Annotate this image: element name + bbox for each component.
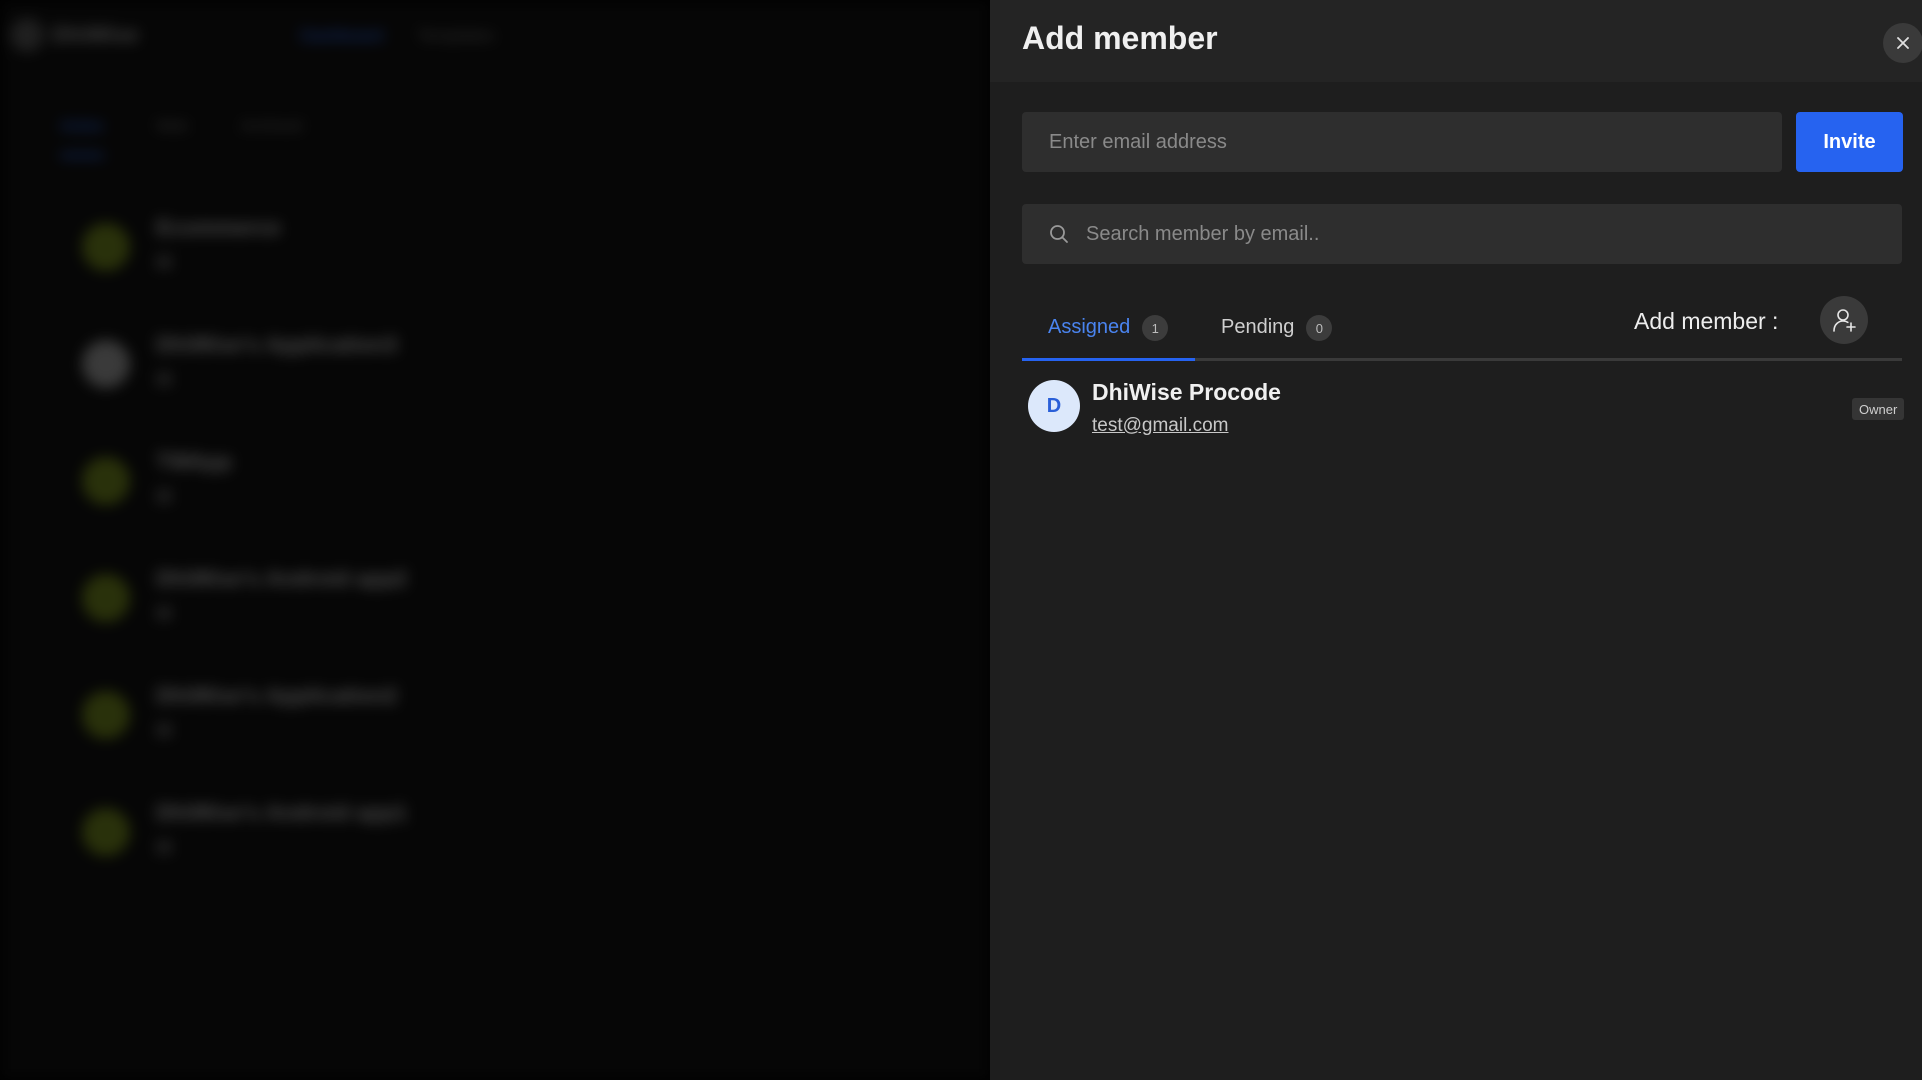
background-item-title: DhiWise's Android app2 [156, 566, 408, 591]
background-item-meta [156, 489, 232, 503]
background-app-overlay: DhiWise Dashboard Templates Active Web A… [0, 0, 990, 1080]
app-avatar-icon [82, 457, 130, 505]
tab-label: Assigned [1048, 316, 1131, 338]
logo-icon [10, 18, 44, 52]
user-plus-icon [1833, 309, 1856, 332]
background-tab: Archived [240, 118, 303, 135]
member-row: D DhiWise Procode test@gmail.com Owner [1028, 379, 1905, 442]
tab-assigned[interactable]: Assigned 1 [1022, 315, 1195, 361]
app-root: DhiWise Dashboard Templates Active Web A… [0, 0, 1922, 1080]
background-list-item: Ecommerce [82, 215, 407, 332]
folder-icon [156, 255, 172, 269]
app-avatar-icon [82, 808, 130, 856]
folder-icon [156, 840, 172, 854]
folder-icon [156, 723, 172, 737]
background-list-item: DhiWise's Application3 [82, 332, 407, 449]
background-list-item: DhiWise's Android app1 [82, 800, 407, 917]
close-icon [1897, 37, 1909, 49]
invite-button[interactable]: Invite [1796, 112, 1903, 172]
folder-icon [156, 606, 172, 620]
app-avatar-icon [82, 223, 130, 271]
member-search-input[interactable] [1086, 222, 1886, 246]
background-nav: Dashboard Templates [300, 26, 495, 46]
background-list-item: DhiWise's Application2 [82, 683, 407, 800]
avatar: D [1028, 380, 1080, 432]
count-badge: 1 [1142, 315, 1169, 341]
background-app-list: Ecommerce DhiWise's Application3 TWApp D… [82, 215, 407, 917]
background-tabs: Active Web Archived [60, 118, 302, 157]
add-member-drawer: Add member Invite Assigned 1 [990, 0, 1922, 1080]
background-list-item: DhiWise's Android app2 [82, 566, 407, 683]
search-icon [1050, 225, 1068, 243]
background-item-meta [156, 723, 397, 737]
app-avatar-icon [82, 574, 130, 622]
background-header: DhiWise Dashboard Templates [0, 0, 990, 78]
background-logo: DhiWise [10, 18, 139, 52]
background-item-meta [156, 255, 281, 269]
drawer-title: Add member [1022, 20, 1218, 56]
background-item-title: DhiWise's Application3 [156, 332, 398, 357]
background-list-item: TWApp [82, 449, 407, 566]
email-address-input[interactable] [1022, 112, 1782, 172]
background-logo-text: DhiWise [52, 22, 139, 47]
background-nav-item: Dashboard [300, 26, 384, 45]
background-item-title: Ecommerce [156, 215, 281, 240]
app-avatar-icon [82, 340, 130, 388]
background-tab: Web [155, 118, 189, 135]
member-tabs-row: Assigned 1 Pending 0 Add member : [1022, 296, 1902, 361]
background-item-meta [156, 840, 407, 854]
close-button[interactable] [1883, 23, 1922, 63]
invite-row: Invite [1022, 112, 1903, 172]
background-item-title: DhiWise's Android app1 [156, 800, 408, 825]
background-item-title: DhiWise's Application2 [156, 683, 398, 708]
folder-icon [156, 372, 172, 386]
member-email-link[interactable]: test@gmail.com [1092, 415, 1229, 437]
add-member-label: Add member : [1634, 308, 1779, 334]
add-member-button[interactable] [1820, 296, 1868, 344]
background-item-title: TWApp [156, 449, 232, 474]
drawer-header: Add member [990, 0, 1922, 82]
folder-icon [156, 489, 172, 503]
count-badge: 0 [1306, 315, 1333, 341]
app-avatar-icon [82, 691, 130, 739]
background-nav-item: Templates [417, 26, 495, 45]
member-name: DhiWise Procode [1092, 379, 1281, 405]
role-badge: Owner [1852, 398, 1905, 420]
background-item-meta [156, 606, 407, 620]
tab-pending[interactable]: Pending 0 [1195, 315, 1358, 361]
tab-label: Pending [1221, 316, 1295, 338]
background-item-meta [156, 372, 397, 386]
member-search-box[interactable] [1022, 204, 1902, 264]
background-tab: Active [60, 118, 104, 157]
